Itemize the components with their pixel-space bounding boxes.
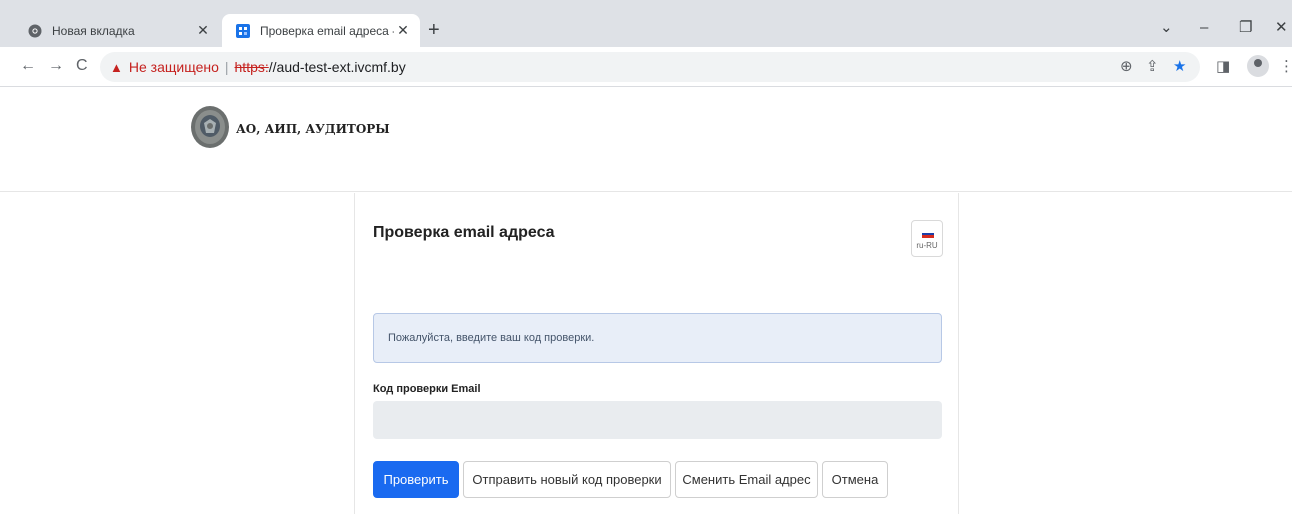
close-icon[interactable]: ✕ [394, 22, 412, 39]
url-protocol: https: [234, 59, 269, 75]
site-favicon-icon [236, 23, 250, 38]
forward-icon[interactable]: → [48, 56, 64, 76]
zoom-icon[interactable]: ⊕ [1120, 58, 1133, 76]
brand-name: АО, АИП, АУДИТОРЫ [236, 122, 390, 136]
close-icon[interactable]: ✕ [194, 22, 212, 39]
profile-icon[interactable] [1247, 55, 1269, 77]
info-alert: Пожалуйста, введите ваш код проверки. [373, 313, 942, 363]
emblem-logo [191, 106, 229, 148]
plus-icon[interactable]: + [428, 20, 440, 40]
warning-icon: ▲ [110, 59, 123, 75]
verify-button[interactable]: Проверить [373, 461, 459, 498]
language-code: ru-RU [916, 241, 938, 250]
chevron-down-icon[interactable]: ⌄ [1160, 20, 1173, 36]
tab-new[interactable]: Новая вкладка ✕ [14, 14, 220, 47]
verification-code-label: Код проверки Email [373, 383, 481, 395]
browser-toolbar: ← → C ▲ Не защищено | https: //aud-test-… [0, 47, 1292, 87]
star-icon[interactable]: ★ [1173, 58, 1186, 76]
menu-icon[interactable]: ⋮ [1279, 58, 1292, 76]
security-label: Не защищено [128, 59, 219, 75]
page-title: Проверка email адреса [373, 224, 555, 241]
minimize-icon[interactable]: – [1200, 20, 1208, 36]
verification-card: Проверка email адреса ru-RU Пожалуйста, … [354, 193, 959, 514]
back-icon[interactable]: ← [20, 56, 36, 76]
restore-icon[interactable]: ❐ [1239, 20, 1252, 36]
tab-title: Проверка email адреса - Audito [260, 23, 394, 38]
security-indicator[interactable]: ▲ Не защищено [110, 59, 219, 75]
url-host: //aud-test-ext.ivcmf.by [268, 59, 406, 75]
resend-code-button[interactable]: Отправить новый код проверки [463, 461, 671, 498]
cancel-button[interactable]: Отмена [822, 461, 888, 498]
tab-active[interactable]: Проверка email адреса - Audito ✕ [222, 14, 420, 47]
ru-flag-icon [922, 230, 934, 238]
tab-strip: Новая вкладка ✕ Проверка email адреса - … [0, 0, 1292, 47]
close-window-icon[interactable]: ✕ [1275, 20, 1288, 36]
address-bar[interactable]: ▲ Не защищено | https: //aud-test-ext.iv… [100, 52, 1200, 82]
share-icon[interactable]: ⇪ [1146, 58, 1159, 76]
alert-text: Пожалуйста, введите ваш код проверки. [388, 332, 595, 344]
change-email-button[interactable]: Сменить Email адрес [675, 461, 818, 498]
tab-title: Новая вкладка [52, 23, 135, 38]
chrome-icon [28, 24, 42, 37]
divider: | [224, 59, 229, 75]
reload-icon[interactable]: C [76, 56, 88, 76]
sidepanel-icon[interactable]: ◨ [1216, 58, 1230, 76]
verification-code-input[interactable] [373, 401, 942, 439]
language-switcher[interactable]: ru-RU [911, 220, 943, 257]
site-header: АО, АИП, АУДИТОРЫ [0, 87, 1292, 192]
